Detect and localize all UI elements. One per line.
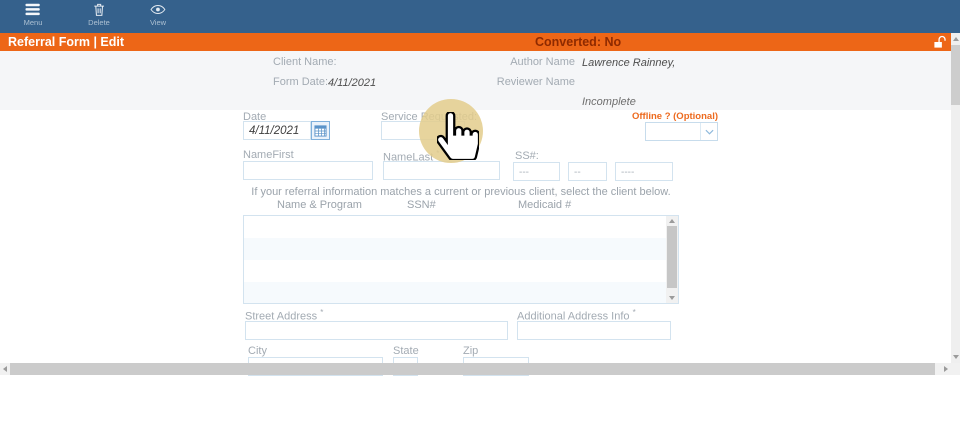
- form-date-label: Form Date:: [273, 76, 328, 88]
- form-date-value: 4/11/2021: [328, 77, 376, 89]
- scrollbar-corner: [951, 363, 960, 375]
- eye-icon: [150, 2, 166, 17]
- zip-label: Zip: [463, 345, 478, 357]
- match-instruction-text: If your referral information matches a c…: [243, 186, 679, 198]
- client-match-listbox[interactable]: [243, 215, 679, 304]
- hand-pointer-cursor: [437, 112, 479, 160]
- menu-button[interactable]: Menu: [24, 2, 43, 27]
- author-name-label: Author Name: [480, 56, 575, 68]
- offline-select-value: [646, 123, 700, 140]
- form-header-panel: Client Name: Form Date: 4/11/2021 Author…: [0, 51, 951, 110]
- menu-button-label: Menu: [24, 18, 43, 27]
- offline-optional-label: Offline ? (Optional): [600, 111, 718, 122]
- name-first-label: NameFirst: [243, 149, 294, 161]
- menu-icon: [25, 2, 41, 17]
- listbox-scroll-up-icon[interactable]: [669, 219, 675, 223]
- city-label: City: [248, 345, 267, 357]
- offline-select[interactable]: [645, 122, 718, 141]
- author-name-value: Lawrence Rainney,: [582, 57, 675, 69]
- additional-address-input[interactable]: [517, 321, 671, 340]
- calendar-button[interactable]: [311, 121, 330, 140]
- client-name-label: Client Name:: [273, 56, 337, 68]
- ssn-part2-input[interactable]: [568, 162, 607, 181]
- converted-status: Converted: No: [535, 34, 621, 50]
- delete-button[interactable]: Delete: [88, 2, 110, 27]
- horizontal-scrollbar[interactable]: [0, 363, 951, 375]
- calendar-icon: [314, 124, 327, 137]
- date-input[interactable]: [243, 121, 311, 140]
- ssn-part3-input[interactable]: [615, 162, 673, 181]
- vertical-scrollbar[interactable]: [951, 33, 960, 363]
- required-marker: *: [320, 308, 323, 317]
- name-first-input[interactable]: [243, 161, 373, 180]
- scroll-down-icon[interactable]: [953, 355, 959, 359]
- vertical-scrollbar-thumb[interactable]: [951, 45, 960, 105]
- list-row[interactable]: [244, 238, 667, 260]
- ssn-label: SS#:: [515, 150, 539, 162]
- column-header-medicaid: Medicaid #: [518, 199, 571, 211]
- scroll-left-icon[interactable]: [3, 366, 7, 372]
- list-row[interactable]: [244, 282, 667, 303]
- delete-button-label: Delete: [88, 18, 110, 27]
- top-toolbar: Menu Delete View: [0, 0, 960, 33]
- listbox-scroll-down-icon[interactable]: [669, 296, 675, 300]
- chevron-down-icon: [700, 123, 717, 140]
- trash-icon: [91, 2, 107, 17]
- listbox-scrollbar-thumb[interactable]: [667, 226, 677, 288]
- view-button-label: View: [150, 18, 166, 27]
- reviewer-name-label: Reviewer Name: [480, 76, 575, 88]
- scroll-up-icon[interactable]: [953, 37, 959, 41]
- form-status: Incomplete: [582, 96, 636, 108]
- unlock-icon[interactable]: [933, 35, 947, 49]
- required-marker: *: [633, 308, 636, 317]
- street-address-input[interactable]: [245, 321, 508, 340]
- name-last-input[interactable]: [383, 161, 500, 180]
- column-header-ssn: SSN#: [407, 199, 436, 211]
- horizontal-scrollbar-thumb[interactable]: [10, 363, 935, 375]
- list-row[interactable]: [244, 216, 667, 238]
- list-row[interactable]: [244, 260, 667, 282]
- ssn-part1-input[interactable]: [513, 162, 560, 181]
- listbox-scrollbar[interactable]: [666, 216, 678, 303]
- form-title-bar: Referral Form | Edit Converted: No: [0, 33, 951, 51]
- page-title: Referral Form | Edit: [8, 34, 124, 50]
- column-header-name-program: Name & Program: [277, 199, 362, 211]
- view-button[interactable]: View: [150, 2, 166, 27]
- state-label: State: [393, 345, 419, 357]
- scroll-right-icon[interactable]: [944, 366, 948, 372]
